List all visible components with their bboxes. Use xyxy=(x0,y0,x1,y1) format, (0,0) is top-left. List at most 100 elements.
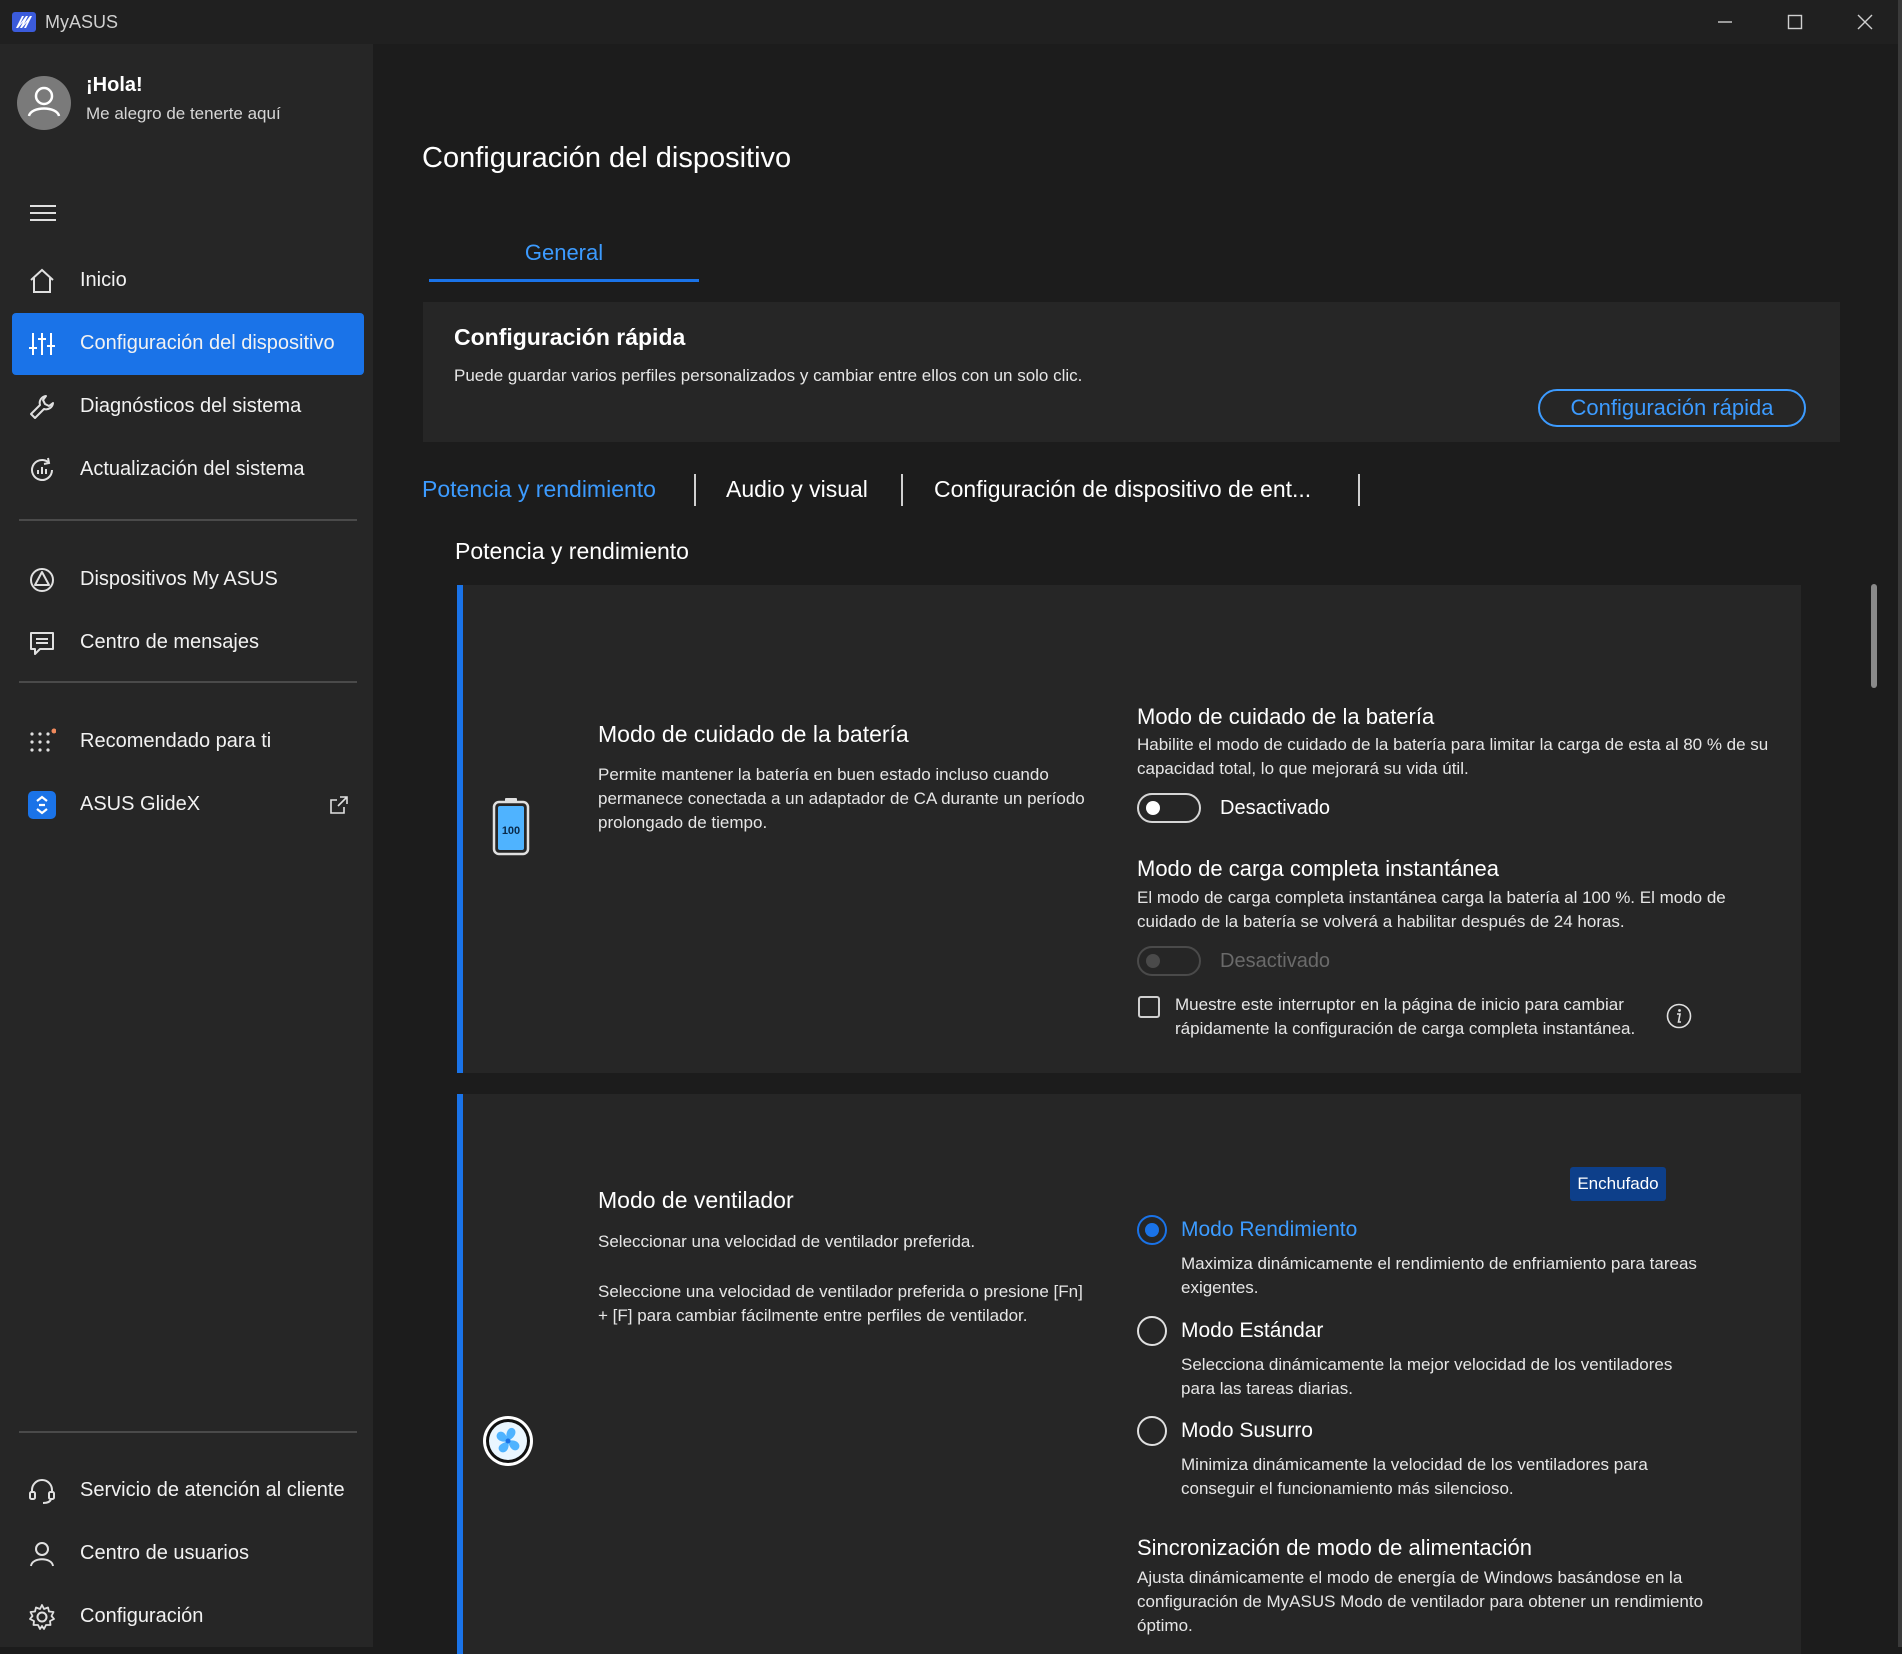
sidebar-item-label: Centro de usuarios xyxy=(80,1542,249,1564)
page-title: Configuración del dispositivo xyxy=(422,142,792,174)
tab-underline xyxy=(429,279,699,282)
quick-settings-card: Configuración rápida Puede guardar vario… xyxy=(423,302,1840,442)
sidebar-item-centro-usuarios[interactable]: Centro de usuarios xyxy=(12,1523,364,1585)
avatar[interactable] xyxy=(17,76,71,130)
greeting-title: ¡Hola! xyxy=(86,74,143,96)
sidebar-item-dispositivos[interactable]: Dispositivos My ASUS xyxy=(12,549,364,611)
instant-charge-toggle[interactable] xyxy=(1137,946,1201,976)
hamburger-icon xyxy=(30,205,56,221)
sidebar-item-label: Diagnósticos del sistema xyxy=(80,395,302,417)
subtab-audio[interactable]: Audio y visual xyxy=(726,476,868,503)
fan-feature-description: Seleccionar una velocidad de ventilador … xyxy=(598,1232,976,1251)
sidebar-divider xyxy=(19,1431,357,1433)
sidebar-divider xyxy=(19,519,357,521)
sidebar-item-mensajes[interactable]: Centro de mensajes xyxy=(12,612,364,674)
card-accent-bar xyxy=(457,585,463,1073)
sidebar-item-label: Configuración xyxy=(80,1605,204,1627)
power-sync-description: Ajusta dinámicamente el modo de energía … xyxy=(1137,1568,1704,1635)
external-link-icon xyxy=(330,796,348,814)
instant-charge-description: El modo de carga completa instantánea ca… xyxy=(1137,888,1726,931)
battery-feature-description: Permite mantener la batería en buen esta… xyxy=(598,765,1085,832)
fan-feature-title: Modo de ventilador xyxy=(598,1187,794,1213)
instant-charge-title: Modo de carga completa instantánea xyxy=(1137,856,1500,881)
scrollbar-thumb[interactable] xyxy=(1871,584,1877,688)
show-on-home-label: Muestre este interruptor en la página de… xyxy=(1175,995,1636,1038)
battery-feature-title: Modo de cuidado de la batería xyxy=(598,721,909,747)
maximize-button[interactable] xyxy=(1760,0,1830,44)
quick-settings-button[interactable]: Configuración rápida xyxy=(1538,389,1806,427)
maximize-icon xyxy=(1787,14,1803,30)
fan-mode-radio-estandar[interactable] xyxy=(1137,1316,1167,1346)
battery-card: 100 Modo de cuidado de la batería Permit… xyxy=(457,585,1801,1073)
fan-mode-description: Minimiza dinámicamente la velocidad de l… xyxy=(1181,1455,1648,1498)
user-icon xyxy=(30,1542,54,1567)
quick-settings-description: Puede guardar varios perfiles personaliz… xyxy=(454,366,1083,385)
avatar-user-icon xyxy=(27,86,61,117)
battery-care-toggle[interactable] xyxy=(1137,793,1201,823)
close-button[interactable] xyxy=(1830,0,1900,44)
battery-care-description: Habilite el modo de cuidado de la baterí… xyxy=(1137,735,1769,778)
window-title: MyASUS xyxy=(45,12,119,32)
battery-icon-level: 100 xyxy=(501,825,521,837)
fan-mode-label[interactable]: Modo Estándar xyxy=(1181,1319,1323,1343)
sidebar-item-configuracion-dispositivo[interactable]: Configuración del dispositivo xyxy=(12,313,364,375)
card-accent-bar xyxy=(457,1094,463,1654)
info-icon[interactable] xyxy=(1666,1003,1692,1029)
sidebar-item-glidex[interactable]: ASUS GlideX xyxy=(12,774,364,836)
fan-mode-radio-rendimiento[interactable] xyxy=(1137,1215,1167,1245)
sidebar: ¡Hola! Me alegro de tenerte aquí Inicio … xyxy=(0,44,373,1647)
power-sync-title: Sincronización de modo de alimentación xyxy=(1137,1535,1533,1560)
fan-mode-label[interactable]: Modo Susurro xyxy=(1181,1419,1313,1443)
sidebar-item-actualizacion[interactable]: Actualización del sistema xyxy=(12,439,364,501)
instant-charge-state: Desactivado xyxy=(1220,950,1331,972)
window-frame-edge xyxy=(1898,0,1902,1647)
title-bar: MyASUS xyxy=(0,0,1902,44)
sidebar-item-servicio-cliente[interactable]: Servicio de atención al cliente xyxy=(12,1460,364,1522)
sidebar-item-label: Centro de mensajes xyxy=(80,631,259,653)
show-on-home-checkbox[interactable] xyxy=(1138,996,1160,1018)
wrench-icon xyxy=(30,395,54,419)
devices-icon xyxy=(30,568,54,592)
sidebar-item-label: Actualización del sistema xyxy=(80,458,305,480)
fan-icon xyxy=(483,1416,533,1466)
subtab-divider xyxy=(694,474,696,506)
sidebar-item-label: Inicio xyxy=(80,269,127,291)
fan-mode-description: Selecciona dinámicamente la mejor veloci… xyxy=(1181,1355,1673,1398)
glidex-icon xyxy=(28,791,56,819)
headset-icon xyxy=(29,1479,55,1504)
battery-care-state: Desactivado xyxy=(1220,797,1331,819)
subtab-dispositivo-entrada[interactable]: Configuración de dispositivo de ent... xyxy=(934,476,1311,503)
fan-mode-description: Maximiza dinámicamente el rendimiento de… xyxy=(1181,1254,1697,1297)
apps-dots-icon xyxy=(30,728,56,752)
fan-mode-radio-susurro[interactable] xyxy=(1137,1416,1167,1446)
close-icon xyxy=(1857,14,1873,30)
minimize-button[interactable] xyxy=(1690,0,1760,44)
subtab-potencia[interactable]: Potencia y rendimiento xyxy=(422,476,656,503)
plugged-badge: Enchufado xyxy=(1570,1167,1666,1201)
quick-settings-title: Configuración rápida xyxy=(454,324,686,350)
fan-card: Modo de ventilador Seleccionar una veloc… xyxy=(457,1094,1801,1654)
sidebar-item-label: Recomendado para ti xyxy=(80,730,272,752)
sidebar-item-label: Dispositivos My ASUS xyxy=(80,568,278,590)
subtab-divider xyxy=(901,474,903,506)
subtab-divider xyxy=(1358,474,1360,506)
sidebar-divider xyxy=(19,681,357,683)
sidebar-item-diagnosticos[interactable]: Diagnósticos del sistema xyxy=(12,376,364,438)
update-icon xyxy=(31,457,53,481)
sidebar-item-label: ASUS GlideX xyxy=(80,793,201,815)
main-content: Configuración del dispositivo General Co… xyxy=(373,44,1902,1654)
home-icon xyxy=(30,268,54,293)
gear-icon xyxy=(29,1604,55,1630)
section-title: Potencia y rendimiento xyxy=(455,538,689,564)
sidebar-item-label: Configuración del dispositivo xyxy=(80,332,335,354)
sidebar-item-inicio[interactable]: Inicio xyxy=(12,250,364,312)
sidebar-item-recomendado[interactable]: Recomendado para ti xyxy=(12,711,364,773)
fan-feature-hint: Seleccione una velocidad de ventilador p… xyxy=(598,1282,1083,1325)
tab-general[interactable]: General xyxy=(429,240,699,266)
myasus-logo-icon xyxy=(12,12,36,32)
fan-mode-label[interactable]: Modo Rendimiento xyxy=(1181,1218,1357,1242)
battery-care-title: Modo de cuidado de la batería xyxy=(1137,704,1435,729)
sidebar-item-configuracion[interactable]: Configuración xyxy=(12,1586,364,1648)
menu-toggle-button[interactable] xyxy=(30,204,56,222)
message-icon xyxy=(30,632,54,655)
